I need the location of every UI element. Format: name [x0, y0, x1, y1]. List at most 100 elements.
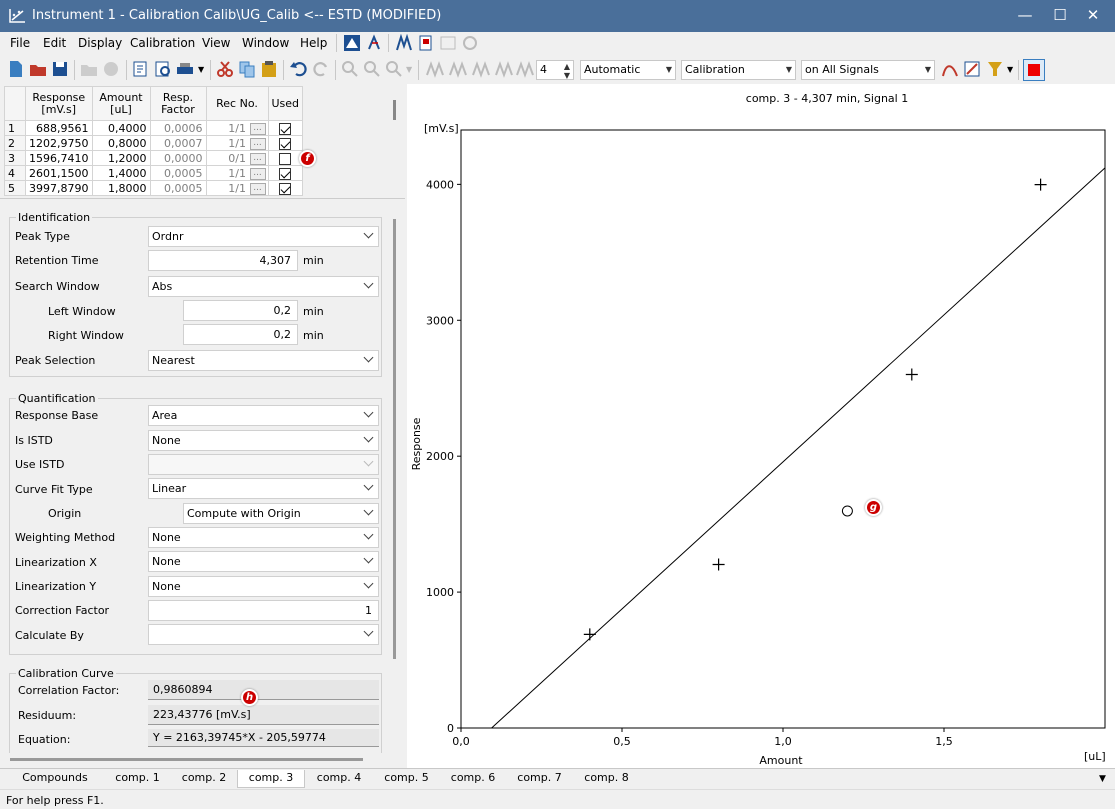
data-point[interactable]: [905, 368, 918, 381]
menu-calibration[interactable]: Calibration: [130, 36, 195, 50]
right-window-input[interactable]: 0,2: [183, 324, 298, 345]
calibration-chart[interactable]: comp. 3 - 4,307 min, Signal 1 [mV.s] [uL…: [407, 84, 1115, 768]
search-window-select[interactable]: Abs: [148, 276, 379, 297]
report-icon[interactable]: [417, 34, 435, 52]
mountain-icon[interactable]: [343, 34, 361, 52]
amount-cell[interactable]: 0,4000: [91, 120, 151, 136]
used-checkbox[interactable]: [279, 167, 292, 180]
tab-comp-6[interactable]: comp. 6: [440, 770, 506, 788]
mode-select[interactable]: Automatic ▼: [580, 60, 676, 80]
calculate-by-select[interactable]: [148, 624, 379, 645]
tab-comp-1[interactable]: comp. 1: [104, 770, 171, 788]
tab-comp-2[interactable]: comp. 2: [171, 770, 237, 788]
left-window-input[interactable]: 0,2: [183, 300, 298, 321]
undo-icon[interactable]: [289, 59, 309, 79]
copy-icon[interactable]: [237, 59, 257, 79]
col-response[interactable]: Response [mV.s]: [25, 86, 93, 121]
peak-selection-select[interactable]: Nearest: [148, 350, 379, 371]
response-cell[interactable]: 688,9561: [25, 120, 93, 136]
amount-cell[interactable]: 1,4000: [91, 165, 151, 181]
level-spinner[interactable]: 4 ▲ ▼: [536, 60, 574, 80]
retention-time-input[interactable]: 4,307: [148, 250, 298, 271]
menu-file[interactable]: File: [10, 36, 30, 50]
stop-button[interactable]: [1023, 59, 1045, 81]
weighting-select[interactable]: None: [148, 527, 379, 548]
amount-cell[interactable]: 1,2000: [91, 150, 151, 166]
calib-curve-icon[interactable]: [940, 59, 960, 79]
data-point[interactable]: [1034, 178, 1047, 191]
table-row[interactable]: 2 1202,9750 0,8000 0,0007 1/1 ...: [4, 135, 304, 151]
rec-browse-button[interactable]: ...: [249, 152, 266, 165]
splitter[interactable]: [0, 198, 405, 199]
filter-dropdown-icon[interactable]: ▼: [1007, 65, 1013, 74]
integrate-icon[interactable]: [365, 34, 383, 52]
linearization-x-select[interactable]: None: [148, 551, 379, 572]
tab-comp-4[interactable]: comp. 4: [305, 770, 373, 788]
response-cell[interactable]: 3997,8790: [25, 180, 93, 196]
save-icon[interactable]: [50, 59, 70, 79]
data-point[interactable]: [583, 628, 596, 641]
used-checkbox[interactable]: [279, 182, 292, 195]
filter-icon[interactable]: [985, 59, 1005, 79]
menu-window[interactable]: Window: [242, 36, 289, 50]
peak-icon[interactable]: [395, 34, 413, 52]
tab-comp-3[interactable]: comp. 3: [237, 770, 305, 788]
print-dropdown-icon[interactable]: ▼: [198, 65, 204, 74]
response-cell[interactable]: 1596,7410: [25, 150, 93, 166]
table-row[interactable]: 5 3997,8790 1,8000 0,0005 1/1 ...: [4, 180, 304, 196]
data-point[interactable]: [712, 558, 725, 571]
print-preview-icon[interactable]: [131, 59, 151, 79]
menu-display[interactable]: Display: [78, 36, 122, 50]
rec-browse-button[interactable]: ...: [249, 167, 266, 180]
table-scrollbar[interactable]: [393, 100, 396, 120]
col-rec[interactable]: Rec No.: [205, 86, 269, 121]
calib-edit-icon[interactable]: [962, 59, 982, 79]
response-cell[interactable]: 2601,1500: [25, 165, 93, 181]
col-used[interactable]: Used: [267, 86, 304, 121]
tabs-dropdown-icon[interactable]: ▼: [1099, 774, 1106, 784]
image-icon: [440, 36, 456, 50]
type-select[interactable]: Calibration ▼: [681, 60, 796, 80]
used-checkbox[interactable]: [279, 152, 292, 165]
signals-select[interactable]: on All Signals ▼: [801, 60, 935, 80]
response-base-select[interactable]: Area: [148, 405, 379, 426]
correction-factor-input[interactable]: 1: [148, 600, 379, 621]
paste-icon[interactable]: [259, 59, 279, 79]
curve-fit-select[interactable]: Linear: [148, 478, 379, 499]
used-checkbox[interactable]: [279, 122, 292, 135]
tab-comp-8[interactable]: comp. 8: [573, 770, 640, 788]
rec-browse-button[interactable]: ...: [249, 137, 266, 150]
table-row[interactable]: 1 688,9561 0,4000 0,0006 1/1 ...: [4, 120, 304, 136]
rec-browse-button[interactable]: ...: [249, 182, 266, 195]
tab-comp-5[interactable]: comp. 5: [373, 770, 440, 788]
menu-edit[interactable]: Edit: [43, 36, 66, 50]
print-icon[interactable]: [175, 59, 195, 79]
tab-comp-7[interactable]: comp. 7: [506, 770, 573, 788]
response-cell[interactable]: 1202,9750: [25, 135, 93, 151]
chevron-down-icon: [363, 456, 374, 467]
zoom-page-icon[interactable]: [153, 59, 173, 79]
form-scrollbar[interactable]: [393, 219, 396, 659]
tab-compounds[interactable]: Compounds: [10, 770, 100, 788]
menu-help[interactable]: Help: [300, 36, 327, 50]
origin-select[interactable]: Compute with Origin: [183, 503, 379, 524]
horizontal-scrollbar[interactable]: [10, 758, 363, 761]
is-istd-select[interactable]: None: [148, 430, 379, 451]
close-button[interactable]: ✕: [1071, 0, 1115, 30]
table-row[interactable]: 3 1596,7410 1,2000 0,0000 0/1 ...: [4, 150, 304, 166]
table-row[interactable]: 4 2601,1500 1,4000 0,0005 1/1 ...: [4, 165, 304, 181]
rec-browse-button[interactable]: ...: [249, 122, 266, 135]
col-factor[interactable]: Resp. Factor: [149, 86, 207, 121]
amount-cell[interactable]: 1,8000: [91, 180, 151, 196]
peak-type-select[interactable]: Ordnr: [148, 226, 379, 247]
new-file-icon[interactable]: [6, 59, 26, 79]
excluded-data-point[interactable]: [841, 505, 853, 517]
col-amount[interactable]: Amount [uL]: [91, 86, 151, 121]
amount-cell[interactable]: 0,8000: [91, 135, 151, 151]
cut-icon[interactable]: [215, 59, 235, 79]
correlation-label: Correlation Factor:: [18, 684, 120, 697]
used-checkbox[interactable]: [279, 137, 292, 150]
open-folder-icon[interactable]: [28, 59, 48, 79]
menu-view[interactable]: View: [202, 36, 230, 50]
linearization-y-select[interactable]: None: [148, 576, 379, 597]
